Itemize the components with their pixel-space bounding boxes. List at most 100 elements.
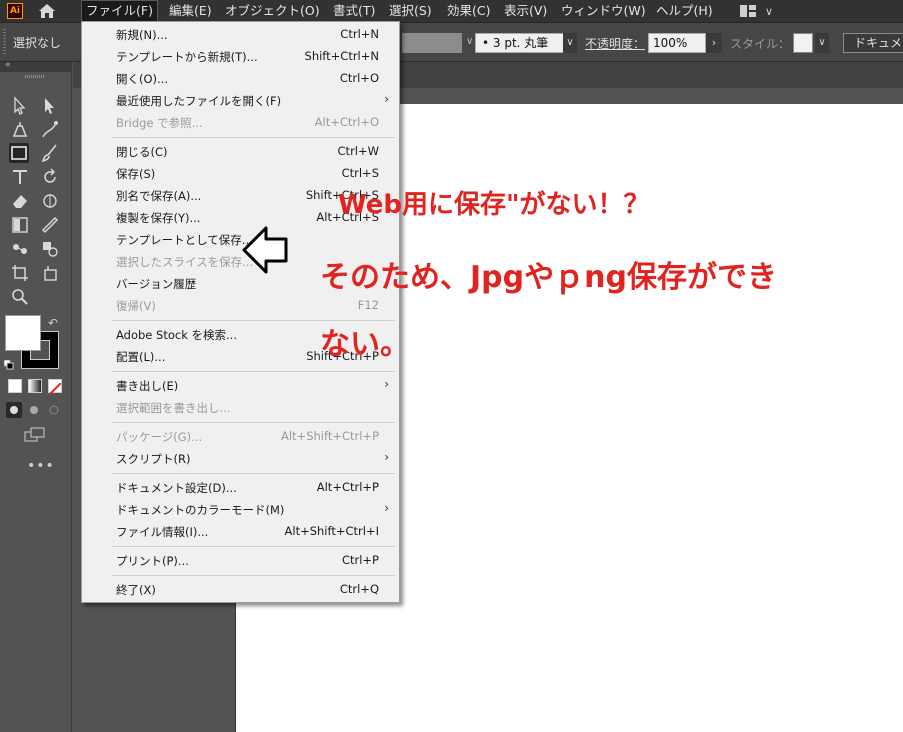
menu-item-label: テンプレートから新規(T)... xyxy=(116,50,258,64)
menu-item[interactable]: プリント(P)... Ctrl+P xyxy=(82,550,399,572)
menu-type[interactable]: 書式(T) xyxy=(329,0,379,22)
menu-item[interactable]: 終了(X) Ctrl+Q xyxy=(82,579,399,601)
selection-status: 選択なし xyxy=(13,36,62,50)
shape-builder-tool-icon[interactable] xyxy=(40,239,60,259)
document-setup-button[interactable]: ドキュメント xyxy=(843,33,903,53)
opacity-input[interactable]: 100% xyxy=(648,33,706,53)
menu-separator xyxy=(112,546,395,547)
swap-fill-stroke-icon[interactable]: ↶ xyxy=(48,316,58,330)
menu-object[interactable]: オブジェクト(O) xyxy=(221,0,324,22)
paintbrush-tool-icon[interactable] xyxy=(40,143,60,163)
menu-item[interactable]: 新規(N)... Ctrl+N xyxy=(82,24,399,46)
home-icon[interactable] xyxy=(38,3,56,19)
chevron-down-icon[interactable]: ∨ xyxy=(466,36,473,47)
chevron-right-icon[interactable]: › xyxy=(706,33,722,53)
menu-item-label: 複製を保存(Y)... xyxy=(116,211,201,225)
none-mode-icon[interactable] xyxy=(48,379,62,396)
stroke-weight-field[interactable] xyxy=(402,33,462,53)
menu-item[interactable]: 書き出し(E) › xyxy=(82,375,399,397)
graphic-style-swatch[interactable] xyxy=(793,33,813,53)
type-tool-icon[interactable] xyxy=(10,167,30,187)
menu-separator xyxy=(112,137,395,138)
workspace-switcher-icon[interactable] xyxy=(740,5,756,17)
menu-item-label: 閉じる(C) xyxy=(116,145,168,159)
menu-item-label: 復帰(V) xyxy=(116,299,156,313)
eraser-tool-icon[interactable] xyxy=(10,191,30,211)
menu-select[interactable]: 選択(S) xyxy=(385,0,436,22)
selection-tool-icon[interactable] xyxy=(10,96,30,116)
menu-edit[interactable]: 編集(E) xyxy=(165,0,216,22)
panel-grip[interactable] xyxy=(3,29,6,55)
menu-item: パッケージ(G)... Alt+Shift+Ctrl+P xyxy=(82,426,399,448)
chevron-down-icon[interactable]: ∨ xyxy=(815,33,829,53)
menu-item-label: 選択したスライスを保存... xyxy=(116,255,254,269)
menu-item-shortcut: Alt+Shift+Ctrl+P xyxy=(280,429,379,443)
menu-item[interactable]: 保存(S) Ctrl+S xyxy=(82,163,399,185)
menu-item-label: Bridge で参照... xyxy=(116,116,203,130)
menu-item[interactable]: 最近使用したファイルを開く(F) › xyxy=(82,90,399,112)
menu-effect[interactable]: 効果(C) xyxy=(443,0,494,22)
brush-definition-value: 3 pt. 丸筆 xyxy=(492,36,549,50)
width-tool-icon[interactable] xyxy=(40,191,60,211)
menu-separator xyxy=(112,371,395,372)
menu-item-shortcut: Alt+Shift+Ctrl+I xyxy=(284,524,379,538)
slice-tool-icon[interactable] xyxy=(40,263,60,283)
menu-window[interactable]: ウィンドウ(W) xyxy=(557,0,650,22)
opacity-label[interactable]: 不透明度： xyxy=(585,35,645,52)
fill-swatch[interactable] xyxy=(5,315,41,351)
menu-item-label: テンプレートとして保存... xyxy=(116,233,253,247)
menu-separator xyxy=(112,473,395,474)
more-tools-icon[interactable]: ••• xyxy=(27,458,55,474)
zoom-tool-icon[interactable] xyxy=(10,287,30,307)
artboard-tool-icon[interactable] xyxy=(10,263,30,283)
submenu-arrow-icon: › xyxy=(384,377,389,391)
menu-item-label: 終了(X) xyxy=(116,583,156,597)
menu-item-label: 保存(S) xyxy=(116,167,156,181)
draw-behind-icon[interactable] xyxy=(26,402,42,418)
chevron-down-icon[interactable]: ∨ xyxy=(563,33,577,53)
submenu-arrow-icon: › xyxy=(384,450,389,464)
menu-view[interactable]: 表示(V) xyxy=(500,0,551,22)
menu-item-label: スクリプト(R) xyxy=(116,452,191,466)
style-label: スタイル： xyxy=(730,37,791,51)
draw-normal-icon[interactable] xyxy=(6,402,22,418)
menu-item-label: ファイル情報(I)... xyxy=(116,525,209,539)
brush-definition-select[interactable]: • 3 pt. 丸筆 xyxy=(475,33,575,53)
chevron-down-icon[interactable]: ∨ xyxy=(765,5,773,18)
menu-item-shortcut: Ctrl+W xyxy=(337,144,379,158)
eyedropper-tool-icon[interactable] xyxy=(40,215,60,235)
menu-item-shortcut: Ctrl+O xyxy=(339,71,379,85)
menu-item[interactable]: ドキュメント設定(D)... Alt+Ctrl+P xyxy=(82,477,399,499)
menu-item[interactable]: ファイル情報(I)... Alt+Shift+Ctrl+I xyxy=(82,521,399,543)
menu-separator xyxy=(112,575,395,576)
menu-item-label: 選択範囲を書き出し... xyxy=(116,401,231,415)
gradient-tool-icon[interactable] xyxy=(10,215,30,235)
menu-file[interactable]: ファイル(F) xyxy=(81,0,158,22)
app-logo-icon: Ai xyxy=(7,3,23,19)
menu-item[interactable]: 開く(O)... Ctrl+O xyxy=(82,68,399,90)
menu-item-label: 開く(O)... xyxy=(116,72,168,86)
draw-inside-icon[interactable] xyxy=(46,402,62,418)
menu-help[interactable]: ヘルプ(H) xyxy=(652,0,717,22)
change-screen-mode-icon[interactable] xyxy=(24,427,46,443)
rectangle-tool-icon[interactable] xyxy=(9,143,29,163)
curvature-tool-icon[interactable] xyxy=(40,120,60,140)
menu-item-shortcut: Ctrl+S xyxy=(341,166,379,180)
menu-item[interactable]: 閉じる(C) Ctrl+W xyxy=(82,141,399,163)
default-colors-icon[interactable] xyxy=(3,355,14,370)
menu-item[interactable]: テンプレートから新規(T)... Shift+Ctrl+N xyxy=(82,46,399,68)
blend-tool-icon[interactable] xyxy=(10,239,30,259)
tools-panel-header xyxy=(0,62,72,72)
menu-item: 復帰(V) F12 xyxy=(82,295,399,317)
collapse-panel-icon[interactable]: « xyxy=(5,60,11,70)
direct-selection-tool-icon[interactable] xyxy=(40,96,60,116)
menu-item-shortcut: Alt+Ctrl+P xyxy=(316,480,379,494)
color-mode-icon[interactable] xyxy=(8,379,22,393)
menu-item-shortcut: Ctrl+N xyxy=(340,27,379,41)
menu-item[interactable]: ドキュメントのカラーモード(M) › xyxy=(82,499,399,521)
rotate-tool-icon[interactable] xyxy=(40,167,60,187)
panel-grip[interactable] xyxy=(25,75,45,78)
menu-item[interactable]: スクリプト(R) › xyxy=(82,448,399,470)
pen-tool-icon[interactable] xyxy=(10,120,30,140)
gradient-mode-icon[interactable] xyxy=(28,379,42,393)
